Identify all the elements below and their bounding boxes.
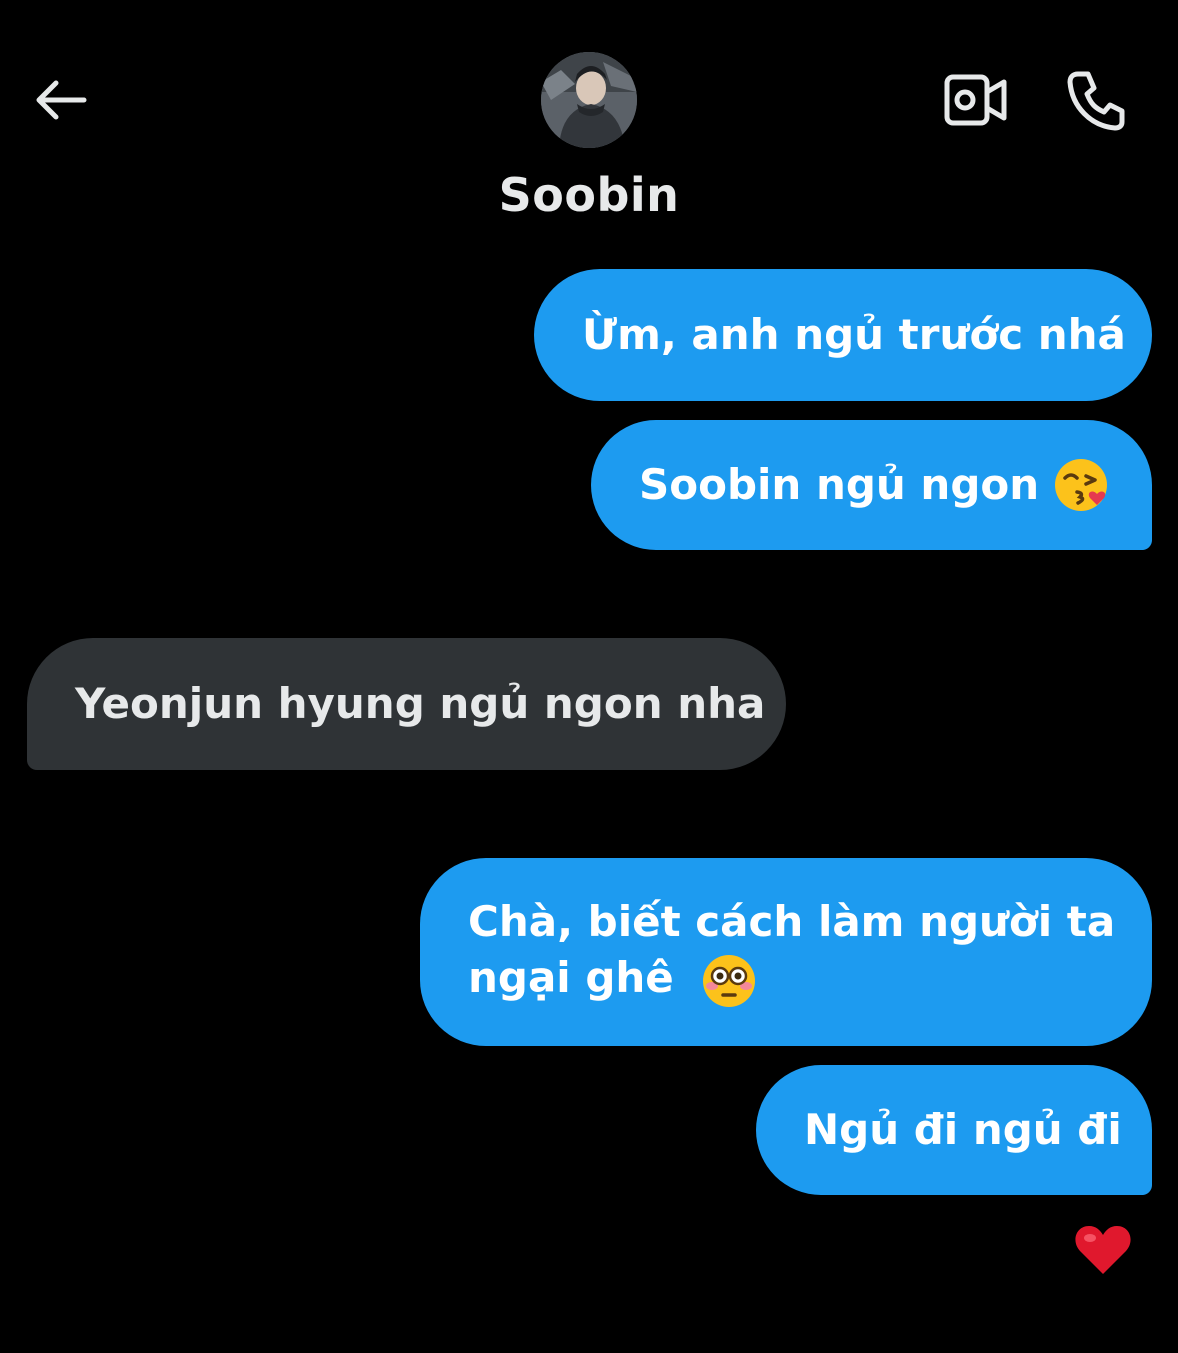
video-camera-icon (944, 74, 1007, 126)
back-button[interactable] (28, 68, 92, 132)
message-bubble-sent[interactable]: Chà, biết cách làm người ta ngại ghê (420, 858, 1152, 1046)
message-text-line-2: ngại ghê (468, 950, 758, 1010)
phone-icon (1067, 71, 1125, 131)
avatar-photo (541, 52, 637, 148)
message-text: Ngủ đi ngủ đi (804, 1105, 1122, 1154)
message-bubble-sent[interactable]: Ừm, anh ngủ trước nhá (534, 269, 1152, 401)
avatar[interactable] (541, 52, 637, 148)
flushed-face-emoji (703, 954, 756, 1007)
contact-name: Soobin (498, 168, 680, 222)
message-bubble-sent[interactable]: Soobin ngủ ngon (591, 420, 1152, 550)
voice-call-button[interactable] (1058, 62, 1134, 138)
message-bubble-received[interactable]: Yeonjun hyung ngủ ngon nha (27, 638, 786, 770)
message-text: Yeonjun hyung ngủ ngon nha (75, 679, 766, 728)
message-bubble-sent[interactable]: Ngủ đi ngủ đi (756, 1065, 1152, 1195)
message-text-line-1: Chà, biết cách làm người ta (468, 897, 1116, 947)
message-text: Soobin ngủ ngon (639, 460, 1040, 509)
video-call-button[interactable] (938, 64, 1014, 136)
heart-reaction-icon[interactable] (1072, 1218, 1134, 1280)
kissing-face-with-heart-emoji (1055, 459, 1108, 511)
message-text: ngại ghê (468, 953, 674, 1003)
arrow-left-icon (36, 80, 87, 120)
message-text: Ừm, anh ngủ trước nhá (582, 310, 1126, 359)
conversation-header: Soobin (0, 0, 1178, 240)
